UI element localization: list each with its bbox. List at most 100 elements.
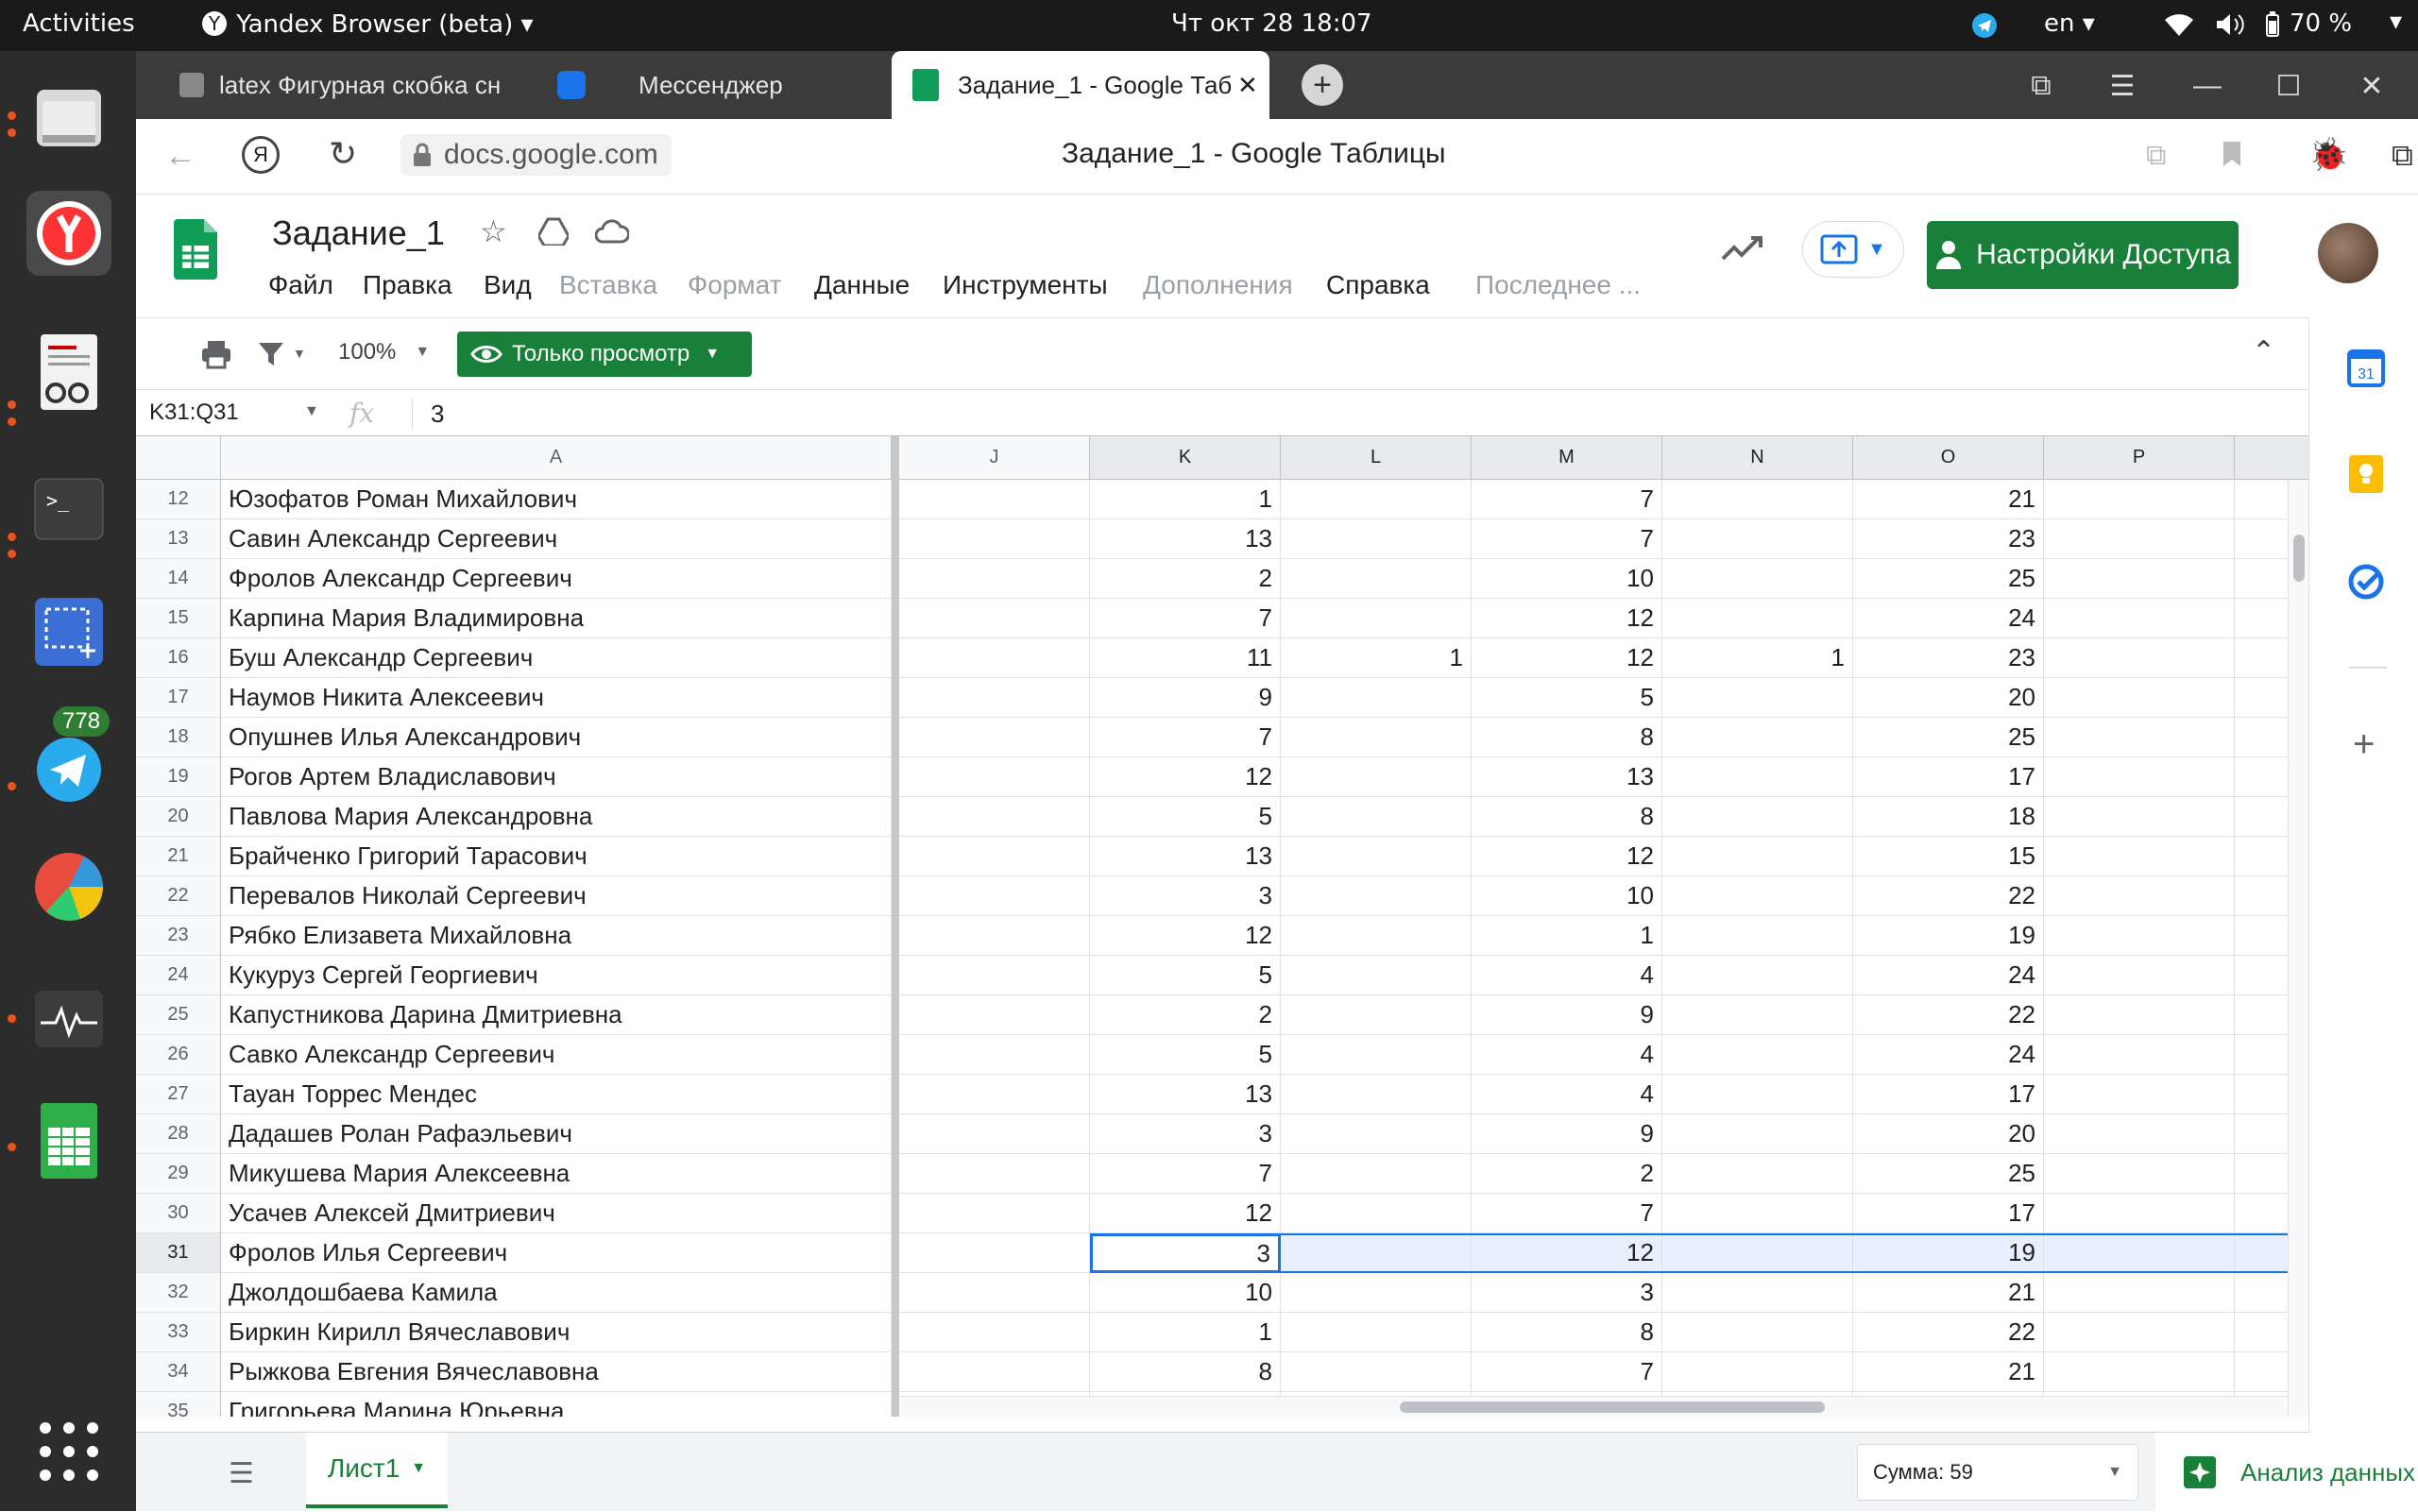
menu-8[interactable]: Дополнения — [1143, 270, 1293, 300]
cell-m[interactable]: 7 — [1472, 519, 1662, 559]
close-window-button[interactable]: ✕ — [2348, 62, 2395, 110]
cell-j[interactable] — [899, 519, 1090, 559]
yandex-browser-dock-icon[interactable] — [26, 191, 111, 276]
row-header[interactable]: 14 — [136, 559, 221, 599]
cell-o[interactable]: 18 — [1853, 797, 2044, 837]
cell-m[interactable]: 10 — [1472, 876, 1662, 916]
minimize-button[interactable]: — — [2184, 62, 2231, 110]
cell-m[interactable]: 7 — [1472, 1194, 1662, 1233]
cell-j[interactable] — [899, 1035, 1090, 1075]
language-indicator[interactable]: en ▾ — [2044, 9, 2095, 38]
all-sheets-icon[interactable]: ☰ — [229, 1457, 254, 1490]
cell-n[interactable] — [1662, 757, 1853, 797]
bookmark-icon[interactable] — [2222, 140, 2242, 173]
cell-l[interactable] — [1281, 1313, 1472, 1352]
row-header[interactable]: 25 — [136, 995, 221, 1035]
cell-k[interactable]: 13 — [1090, 519, 1281, 559]
cell-l[interactable] — [1281, 599, 1472, 638]
cell-l[interactable] — [1281, 678, 1472, 718]
cell-n[interactable] — [1662, 1035, 1853, 1075]
cell-n[interactable] — [1662, 1352, 1853, 1392]
column-header-a[interactable]: A — [221, 436, 892, 480]
row-header[interactable]: 29 — [136, 1154, 221, 1194]
column-header-o[interactable]: O — [1853, 436, 2044, 480]
bookmark-manager-icon[interactable]: ⧉ — [2146, 140, 2166, 172]
cell-m[interactable]: 4 — [1472, 1075, 1662, 1114]
account-avatar[interactable] — [2318, 223, 2378, 283]
cell-p[interactable] — [2044, 876, 2235, 916]
cell-j[interactable] — [899, 757, 1090, 797]
cell-name[interactable]: Джолдошбаева Камила — [221, 1273, 892, 1313]
share-button[interactable]: Настройки Доступа — [1927, 221, 2239, 289]
cell-p[interactable] — [2044, 1352, 2235, 1392]
cell-name[interactable]: Карпина Мария Владимировна — [221, 599, 892, 638]
cell-n[interactable] — [1662, 1194, 1853, 1233]
cell-k[interactable]: 3 — [1090, 876, 1281, 916]
cell-p[interactable] — [2044, 1075, 2235, 1114]
cell-k[interactable]: 3 — [1090, 1233, 1281, 1273]
print-icon[interactable] — [200, 339, 232, 374]
cell-m[interactable]: 3 — [1472, 1273, 1662, 1313]
menu-7[interactable]: Инструменты — [943, 270, 1108, 300]
column-header-k[interactable]: K — [1090, 436, 1281, 480]
cell-m[interactable]: 10 — [1472, 559, 1662, 599]
cell-o[interactable]: 21 — [1853, 1273, 2044, 1313]
cell-m[interactable]: 5 — [1472, 678, 1662, 718]
cell-l[interactable] — [1281, 480, 1472, 519]
row-header[interactable]: 26 — [136, 1035, 221, 1075]
cell-j[interactable] — [899, 797, 1090, 837]
cell-k[interactable]: 1 — [1090, 1313, 1281, 1352]
row-header[interactable]: 31 — [136, 1233, 221, 1273]
name-box-dropdown-icon[interactable]: ▼ — [304, 403, 319, 420]
cell-o[interactable]: 20 — [1853, 1114, 2044, 1154]
cell-p[interactable] — [2044, 956, 2235, 995]
row-header[interactable]: 22 — [136, 876, 221, 916]
star-icon[interactable]: ☆ — [480, 213, 507, 249]
horizontal-scroll-thumb[interactable] — [1400, 1402, 1825, 1413]
cell-k[interactable]: 7 — [1090, 1154, 1281, 1194]
cell-k[interactable]: 12 — [1090, 916, 1281, 956]
cell-p[interactable] — [2044, 757, 2235, 797]
cell-l[interactable] — [1281, 916, 1472, 956]
menu-5[interactable]: Формат — [688, 270, 781, 300]
cell-j[interactable] — [899, 1075, 1090, 1114]
clock[interactable]: Чт окт 28 18:07 — [1171, 9, 1372, 38]
row-header[interactable]: 33 — [136, 1313, 221, 1352]
cell-n[interactable] — [1662, 1075, 1853, 1114]
cell-p[interactable] — [2044, 1273, 2235, 1313]
cell-p[interactable] — [2044, 480, 2235, 519]
cell-l[interactable] — [1281, 1233, 1472, 1273]
cell-name[interactable]: Опушнев Илья Александрович — [221, 718, 892, 757]
cell-n[interactable] — [1662, 1154, 1853, 1194]
horizontal-scrollbar[interactable] — [899, 1396, 2288, 1417]
view-only-button[interactable]: Только просмотр ▼ — [457, 331, 752, 377]
cell-n[interactable] — [1662, 916, 1853, 956]
cell-j[interactable] — [899, 480, 1090, 519]
cell-k[interactable]: 12 — [1090, 757, 1281, 797]
cell-name[interactable]: Григорьева Марина Юрьевна — [221, 1392, 892, 1417]
cell-p[interactable] — [2044, 995, 2235, 1035]
cell-l[interactable]: 1 — [1281, 638, 1472, 678]
system-monitor-icon[interactable] — [26, 977, 111, 1062]
zoom-select[interactable]: 100% ▼ — [338, 339, 430, 365]
cell-l[interactable] — [1281, 1194, 1472, 1233]
cell-k[interactable]: 13 — [1090, 837, 1281, 876]
cell-p[interactable] — [2044, 1035, 2235, 1075]
cell-n[interactable] — [1662, 1273, 1853, 1313]
cell-p[interactable] — [2044, 916, 2235, 956]
cell-j[interactable] — [899, 1114, 1090, 1154]
cell-o[interactable]: 25 — [1853, 718, 2044, 757]
row-header[interactable]: 35 — [136, 1392, 221, 1417]
show-applications-icon[interactable] — [36, 1419, 102, 1489]
cell-m[interactable]: 1 — [1472, 916, 1662, 956]
cell-name[interactable]: Тауан Торрес Мендес — [221, 1075, 892, 1114]
cell-o[interactable]: 24 — [1853, 956, 2044, 995]
cell-l[interactable] — [1281, 956, 1472, 995]
row-header[interactable]: 20 — [136, 797, 221, 837]
menu-10[interactable]: Последнее ... — [1475, 270, 1641, 300]
cell-p[interactable] — [2044, 599, 2235, 638]
row-header[interactable]: 30 — [136, 1194, 221, 1233]
column-header-l[interactable]: L — [1281, 436, 1472, 480]
cell-n[interactable] — [1662, 559, 1853, 599]
cell-p[interactable] — [2044, 559, 2235, 599]
